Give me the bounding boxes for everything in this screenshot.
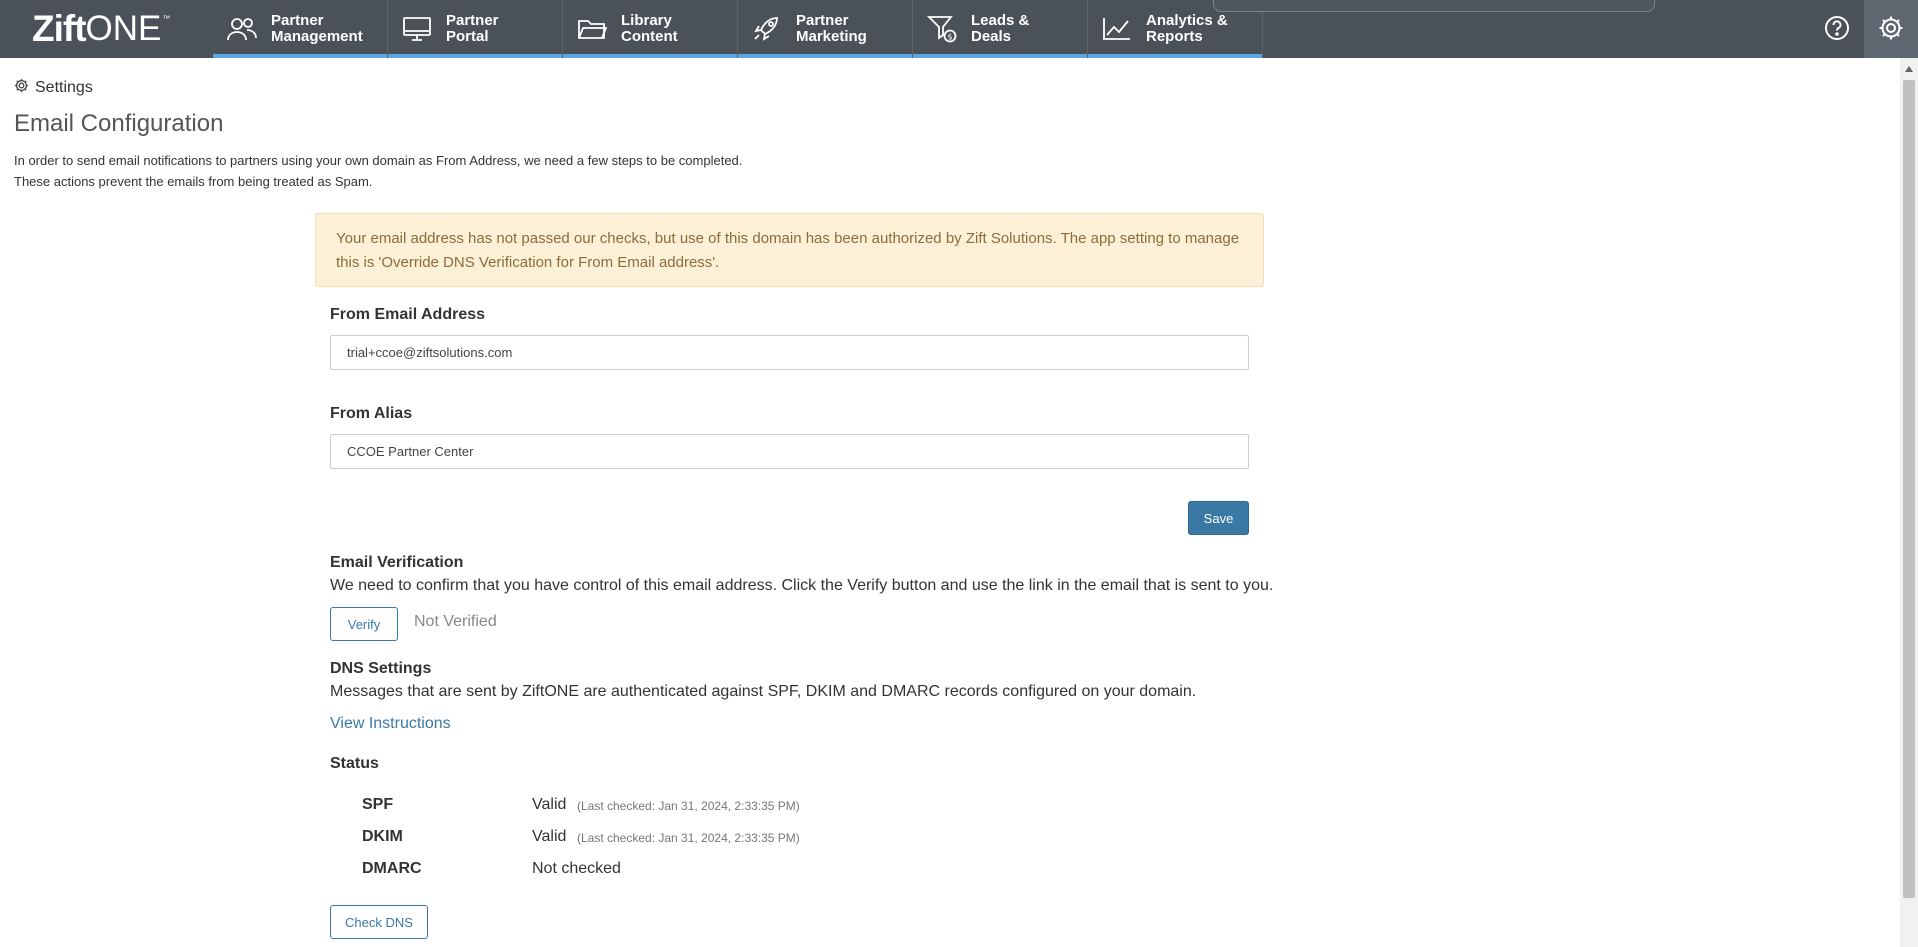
verify-button[interactable]: Verify [330, 607, 398, 641]
folder-icon [575, 14, 609, 44]
chart-line-icon [1100, 14, 1134, 44]
view-instructions-link[interactable]: View Instructions [330, 715, 451, 733]
nav-label: Partner Management [271, 12, 363, 45]
dns-settings-description: Messages that are sent by ZiftONE are au… [330, 683, 1197, 700]
status-value: Not checked [532, 860, 621, 877]
users-icon [225, 14, 259, 44]
dns-settings-heading: DNS Settings [330, 660, 432, 677]
nav-label: Library Content [621, 12, 678, 45]
logo-main: Zift [32, 8, 87, 49]
logo-suffix: ONE [85, 9, 162, 48]
status-heading: Status [330, 755, 379, 772]
email-verification-description: We need to confirm that you have control… [330, 577, 1274, 594]
nav-label: Analytics & Reports [1146, 12, 1228, 45]
status-value: Valid [532, 828, 567, 845]
nav-library-content[interactable]: Library Content [563, 0, 738, 58]
breadcrumb: Settings [14, 78, 93, 98]
status-name: DKIM [362, 828, 403, 845]
nav-partner-portal[interactable]: Partner Portal [388, 0, 563, 58]
svg-text:$: $ [948, 33, 953, 42]
gear-icon [14, 78, 35, 98]
intro-line-2: These actions prevent the emails from be… [14, 174, 373, 189]
settings-button[interactable] [1864, 0, 1918, 58]
from-alias-label: From Alias [330, 405, 413, 422]
rocket-icon [750, 14, 784, 44]
nav-partner-management[interactable]: Partner Management [213, 0, 388, 58]
help-button[interactable] [1810, 0, 1864, 58]
warning-alert: Your email address has not passed our ch… [315, 213, 1264, 287]
nav-label: Partner Marketing [796, 12, 867, 45]
nav-label: Leads & Deals [971, 12, 1030, 45]
nav-partner-marketing[interactable]: Partner Marketing [738, 0, 913, 58]
status-value: Valid [532, 796, 567, 813]
email-verification-heading: Email Verification [330, 554, 464, 571]
breadcrumb-settings[interactable]: Settings [35, 79, 93, 97]
from-alias-field[interactable]: CCOE Partner Center [330, 434, 1249, 469]
intro-line-1: In order to send email notifications to … [14, 153, 743, 168]
nav-leads-deals[interactable]: $ Leads & Deals [913, 0, 1088, 58]
from-email-label: From Email Address [330, 306, 486, 323]
status-last-checked: (Last checked: Jan 31, 2024, 2:33:35 PM) [577, 799, 800, 813]
top-overlay-strip [1213, 0, 1655, 12]
page-intro: In order to send email notifications to … [14, 150, 742, 192]
monitor-icon [400, 14, 434, 44]
funnel-dollar-icon: $ [925, 14, 959, 44]
page-scrollbar[interactable] [1900, 58, 1918, 947]
check-dns-button[interactable]: Check DNS [330, 905, 428, 939]
status-name: SPF [362, 796, 394, 813]
nav-label: Partner Portal [446, 12, 499, 45]
verification-status: Not Verified [414, 613, 497, 630]
status-name: DMARC [362, 860, 422, 877]
help-icon [1824, 15, 1850, 44]
from-email-field[interactable]: trial+ccoe@ziftsolutions.com [330, 335, 1249, 370]
save-button[interactable]: Save [1188, 501, 1249, 535]
logo-trademark: ™ [162, 14, 171, 23]
page-title: Email Configuration [14, 110, 224, 137]
scroll-up-arrow-icon[interactable] [1905, 66, 1913, 72]
ziftone-logo[interactable]: Zift ONE ™ [0, 0, 213, 58]
gear-icon [1878, 15, 1904, 44]
scrollbar-thumb[interactable] [1903, 80, 1915, 898]
status-last-checked: (Last checked: Jan 31, 2024, 2:33:35 PM) [577, 831, 800, 845]
